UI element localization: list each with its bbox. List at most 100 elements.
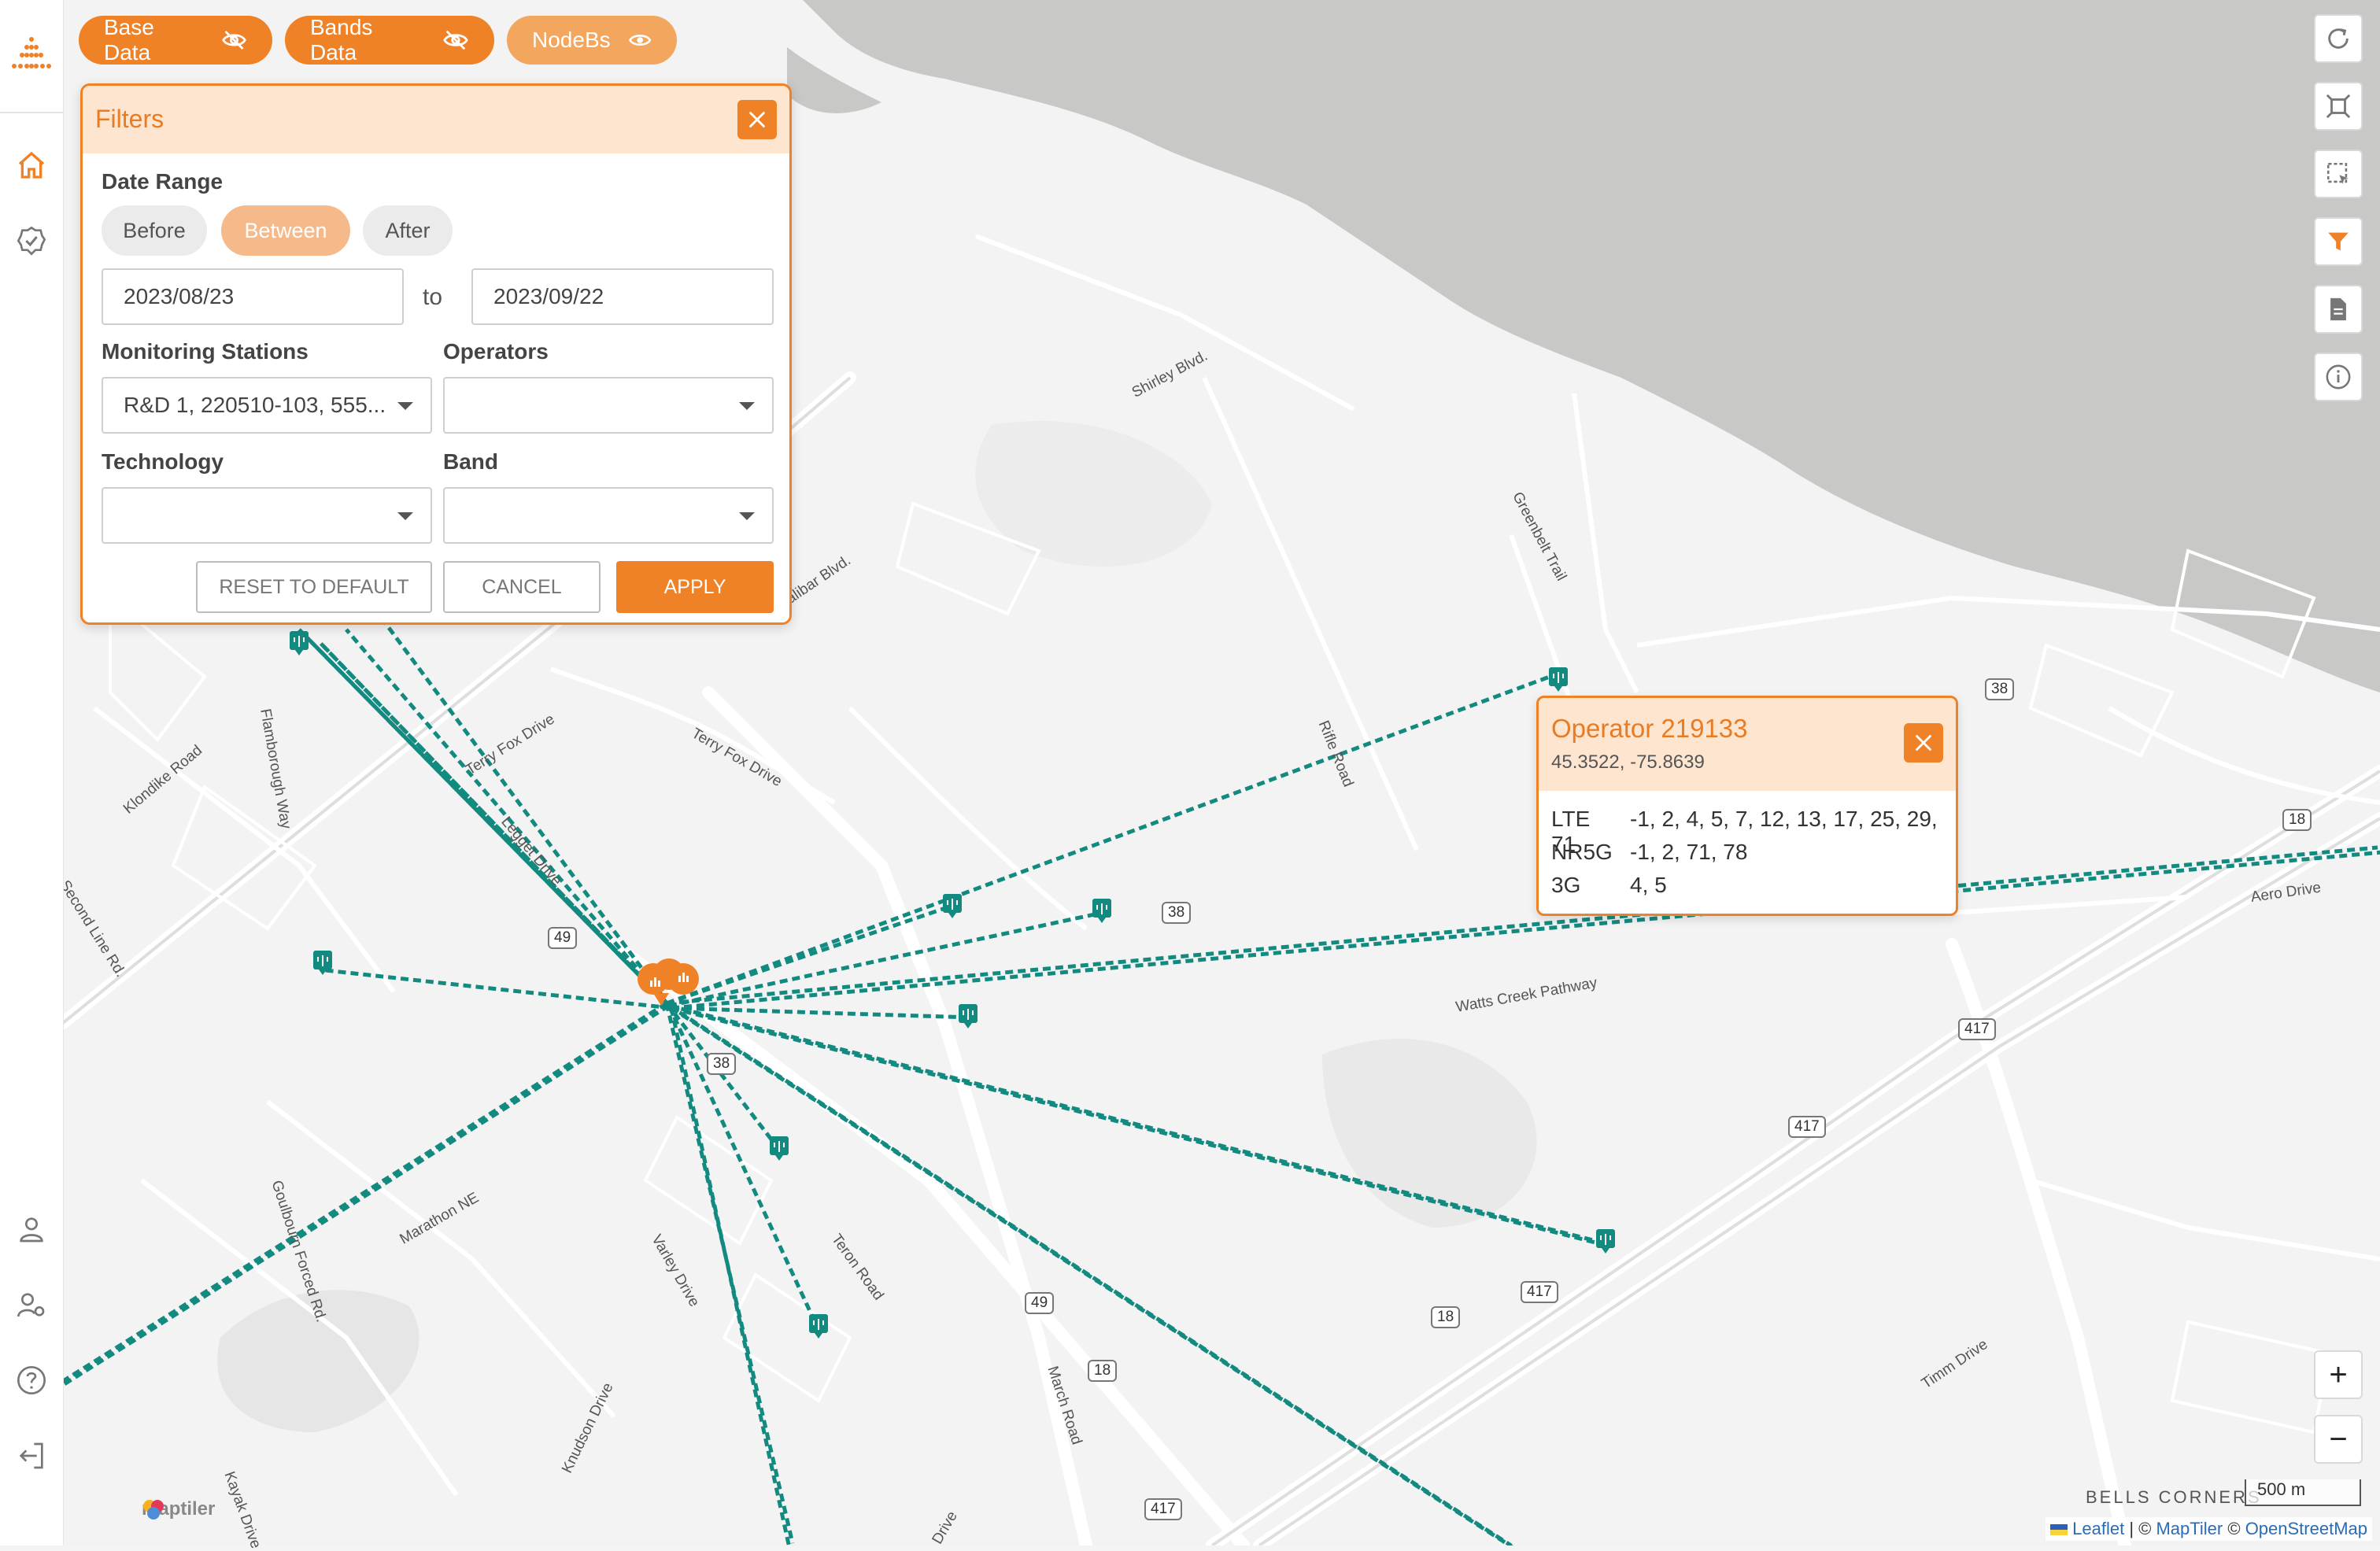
osm-link[interactable]: OpenStreetMap (2245, 1519, 2367, 1538)
app-logo[interactable] (8, 31, 55, 79)
apply-button[interactable]: APPLY (616, 561, 774, 613)
signal-logo-icon (12, 37, 51, 68)
sidebar-item-user-settings[interactable] (14, 1287, 49, 1322)
attribution-separator: | © (2124, 1519, 2156, 1538)
highway-shield: 18 (2282, 809, 2312, 831)
logout-icon (19, 1442, 43, 1469)
nodebs-toggle[interactable]: NodeBs (507, 16, 677, 65)
nodeb-tower-marker[interactable] (1549, 667, 1568, 692)
link-line (63, 1001, 668, 1384)
technology-select[interactable] (102, 487, 432, 544)
sidebar-item-logout[interactable] (14, 1438, 49, 1473)
link-line (666, 845, 2378, 1006)
link-line (671, 850, 2380, 1010)
bands-data-label: Bands Data (310, 15, 373, 65)
monitoring-stations-value: R&D 1, 220510-103, 555... (124, 393, 386, 417)
link-line (63, 1003, 671, 1387)
sidebar-item-help[interactable] (14, 1363, 49, 1398)
nodeb-tower-marker[interactable] (770, 1136, 789, 1161)
bands-value: 4, 5 (1630, 873, 1667, 897)
refresh-button[interactable] (2314, 14, 2363, 63)
filters-panel: Filters Date Range Before Between After … (80, 83, 792, 625)
monitoring-stations-label: Monitoring Stations (102, 339, 309, 364)
highway-shield: 417 (1144, 1498, 1182, 1520)
base-data-toggle[interactable]: Base Data (79, 15, 272, 65)
highway-shield: 38 (707, 1053, 737, 1075)
cancel-button[interactable]: CANCEL (443, 561, 601, 613)
base-data-label: Base Data (104, 15, 154, 65)
reset-to-default-button[interactable]: RESET TO DEFAULT (196, 561, 432, 613)
refresh-icon (2328, 28, 2349, 49)
popup-coordinates: 45.3522, -75.8639 (1551, 751, 1705, 773)
highway-shield: 38 (1985, 678, 2015, 700)
highway-shield: 38 (1162, 902, 1192, 924)
date-range-label: Date Range (102, 169, 224, 194)
highway-shield: 417 (1521, 1281, 1558, 1303)
nodeb-tower-marker[interactable] (943, 894, 962, 918)
sidebar-item-verified[interactable] (14, 223, 49, 258)
select-area-icon (2326, 162, 2349, 184)
filter-button[interactable] (2314, 217, 2363, 266)
monitoring-stations-select[interactable]: R&D 1, 220510-103, 555... (102, 377, 432, 434)
verified-badge-icon (17, 226, 46, 256)
ukraine-flag-icon (2050, 1524, 2068, 1536)
filters-title: Filters (95, 105, 164, 133)
select-area-button[interactable] (2314, 150, 2363, 198)
nodebs-label: NodeBs (532, 28, 611, 52)
link-line (671, 1006, 971, 1020)
tech-label: LTE (1551, 807, 1591, 831)
tech-label: 3G (1551, 873, 1581, 897)
date-from-input[interactable]: 2023/08/23 (102, 268, 404, 325)
zoom-in-button[interactable]: + (2314, 1350, 2363, 1399)
info-button[interactable] (2314, 353, 2363, 401)
monitoring-station-marker[interactable] (636, 957, 699, 1012)
filters-close-button[interactable] (737, 100, 777, 139)
close-icon (748, 111, 766, 128)
popup-close-button[interactable] (1904, 723, 1943, 763)
nodeb-tower-marker[interactable] (809, 1314, 828, 1339)
sidebar-item-home[interactable] (14, 148, 49, 183)
band-select[interactable] (443, 487, 774, 544)
zoom-out-button[interactable]: − (2314, 1415, 2363, 1464)
scale-bar: 500 m (2245, 1479, 2361, 1506)
sidebar-item-user[interactable] (14, 1212, 49, 1246)
sidebar (0, 0, 64, 1545)
popup-row: 3G 4, 5 (1551, 873, 1667, 898)
link-line (665, 1002, 778, 1148)
operators-select[interactable] (443, 377, 774, 434)
eye-off-icon (222, 31, 246, 50)
operator-popup: Operator 219133 45.3522, -75.8639 LTE -1,… (1536, 696, 1958, 916)
maptiler-logo: maptiler (142, 1498, 215, 1520)
bands-data-toggle[interactable]: Bands Data (285, 15, 494, 65)
attribution-separator: © (2223, 1519, 2245, 1538)
mode-between-button[interactable]: Between (221, 205, 350, 256)
eye-off-icon (443, 30, 468, 50)
mode-after-button[interactable]: After (363, 205, 453, 256)
eye-icon (628, 35, 651, 46)
info-icon (2326, 364, 2351, 390)
help-icon (17, 1366, 46, 1394)
leaflet-link[interactable]: Leaflet (2072, 1519, 2124, 1538)
link-line (378, 615, 674, 1010)
bands-value: -1, 2, 71, 78 (1630, 840, 1748, 864)
highway-shield: 49 (548, 927, 578, 949)
date-to-input[interactable]: 2023/09/22 (471, 268, 774, 325)
highway-shield: 18 (1088, 1360, 1118, 1382)
mode-before-button[interactable]: Before (102, 205, 207, 256)
report-button[interactable] (2314, 285, 2363, 334)
maptiler-icon (143, 1500, 164, 1520)
chevron-down-icon (739, 402, 755, 410)
nodeb-tower-marker[interactable] (1092, 899, 1111, 923)
fit-bounds-button[interactable] (2314, 82, 2363, 131)
highway-shield: 49 (1025, 1292, 1055, 1314)
user-icon (20, 1217, 43, 1243)
user-settings-icon (17, 1293, 45, 1317)
to-label: to (423, 284, 443, 310)
maptiler-link[interactable]: MapTiler (2156, 1519, 2223, 1538)
link-line (324, 968, 672, 1010)
nodeb-tower-marker[interactable] (1596, 1229, 1615, 1254)
nodeb-tower-marker[interactable] (959, 1004, 978, 1028)
nodeb-tower-marker[interactable] (290, 631, 309, 655)
close-icon (1915, 734, 1932, 751)
link-line (671, 1006, 1609, 1248)
